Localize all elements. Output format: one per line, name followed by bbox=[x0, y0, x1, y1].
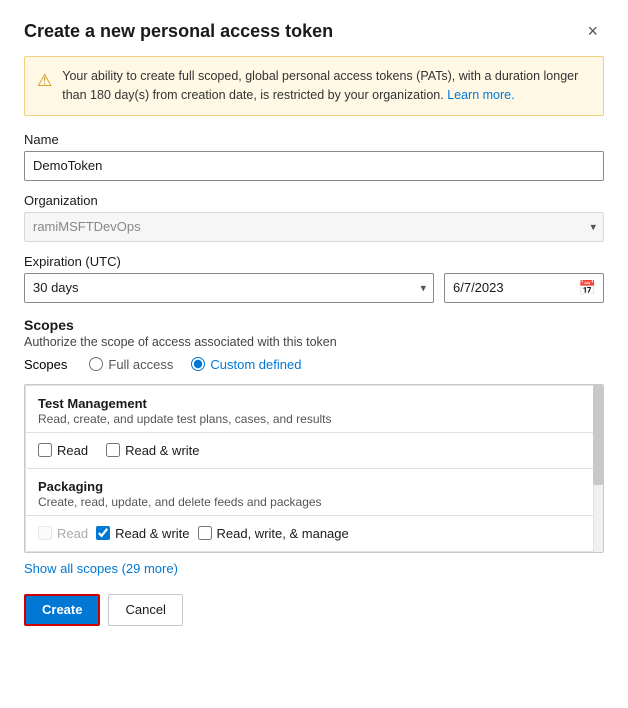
date-input[interactable] bbox=[444, 273, 604, 303]
footer-buttons: Create Cancel bbox=[24, 594, 604, 626]
date-input-wrapper: 📅 bbox=[444, 273, 604, 303]
pkg-manage-label: Read, write, & manage bbox=[217, 526, 349, 541]
expiration-field-group: Expiration (UTC) 30 days 60 days 90 days… bbox=[24, 254, 604, 303]
expiration-row: 30 days 60 days 90 days 180 days Custom … bbox=[24, 273, 604, 303]
tm-readwrite-label: Read & write bbox=[125, 443, 199, 458]
test-management-title: Test Management bbox=[38, 396, 590, 411]
tm-read-label: Read bbox=[57, 443, 88, 458]
packaging-section: Packaging Create, read, update, and dele… bbox=[25, 469, 603, 552]
warning-icon: ⚠ bbox=[37, 68, 52, 105]
custom-defined-radio-label[interactable]: Custom defined bbox=[191, 357, 301, 372]
pkg-manage-checkbox-label[interactable]: Read, write, & manage bbox=[198, 526, 349, 541]
expiration-select[interactable]: 30 days 60 days 90 days 180 days Custom bbox=[24, 273, 434, 303]
scrollbar-track[interactable] bbox=[593, 385, 603, 552]
show-scopes-link-text: Show all scopes bbox=[24, 561, 118, 576]
organization-select-wrapper: ramiMSFTDevOps ▾ bbox=[24, 212, 604, 242]
close-button[interactable]: × bbox=[581, 20, 604, 42]
name-input[interactable] bbox=[24, 151, 604, 181]
organization-field-group: Organization ramiMSFTDevOps ▾ bbox=[24, 193, 604, 242]
pkg-readwrite-checkbox[interactable] bbox=[96, 526, 110, 540]
expiration-label: Expiration (UTC) bbox=[24, 254, 604, 269]
dialog-title: Create a new personal access token bbox=[24, 21, 333, 42]
full-access-radio[interactable] bbox=[89, 357, 103, 371]
warning-text: Your ability to create full scoped, glob… bbox=[62, 67, 591, 105]
packaging-title: Packaging bbox=[38, 479, 590, 494]
pkg-readwrite-label: Read & write bbox=[115, 526, 189, 541]
scopes-title: Scopes bbox=[24, 317, 604, 333]
expiration-select-wrapper: 30 days 60 days 90 days 180 days Custom … bbox=[24, 273, 434, 303]
name-field-group: Name bbox=[24, 132, 604, 181]
scope-sections-container: Test Management Read, create, and update… bbox=[24, 384, 604, 553]
pkg-read-checkbox[interactable] bbox=[38, 526, 52, 540]
test-management-options: Read Read & write bbox=[26, 433, 602, 468]
packaging-options: Read Read & write Read, write, & manage bbox=[26, 516, 602, 551]
create-button[interactable]: Create bbox=[24, 594, 100, 626]
name-label: Name bbox=[24, 132, 604, 147]
pkg-read-label: Read bbox=[57, 526, 88, 541]
create-token-dialog: Create a new personal access token × ⚠ Y… bbox=[0, 0, 628, 708]
tm-read-checkbox-label[interactable]: Read bbox=[38, 443, 88, 458]
scopes-section: Scopes Authorize the scope of access ass… bbox=[24, 317, 604, 372]
show-scopes-count: (29 more) bbox=[122, 561, 178, 576]
dialog-header: Create a new personal access token × bbox=[24, 20, 604, 42]
scrollbar-thumb[interactable] bbox=[593, 385, 603, 485]
tm-readwrite-checkbox-label[interactable]: Read & write bbox=[106, 443, 199, 458]
organization-label: Organization bbox=[24, 193, 604, 208]
tm-readwrite-checkbox[interactable] bbox=[106, 443, 120, 457]
scopes-desc: Authorize the scope of access associated… bbox=[24, 335, 604, 349]
full-access-label: Full access bbox=[108, 357, 173, 372]
scopes-row-label: Scopes bbox=[24, 357, 67, 372]
warning-banner: ⚠ Your ability to create full scoped, gl… bbox=[24, 56, 604, 116]
pkg-readwrite-checkbox-label[interactable]: Read & write bbox=[96, 526, 189, 541]
pkg-read-checkbox-label[interactable]: Read bbox=[38, 526, 88, 541]
test-management-section: Test Management Read, create, and update… bbox=[25, 385, 603, 469]
full-access-radio-label[interactable]: Full access bbox=[89, 357, 173, 372]
tm-read-checkbox[interactable] bbox=[38, 443, 52, 457]
cancel-button[interactable]: Cancel bbox=[108, 594, 182, 626]
scopes-radio-row: Scopes Full access Custom defined bbox=[24, 357, 604, 372]
custom-defined-label: Custom defined bbox=[210, 357, 301, 372]
scope-sections-inner: Test Management Read, create, and update… bbox=[25, 385, 603, 552]
organization-select[interactable]: ramiMSFTDevOps bbox=[24, 212, 604, 242]
pkg-manage-checkbox[interactable] bbox=[198, 526, 212, 540]
custom-defined-radio[interactable] bbox=[191, 357, 205, 371]
test-management-desc: Read, create, and update test plans, cas… bbox=[38, 412, 590, 426]
packaging-header: Packaging Create, read, update, and dele… bbox=[26, 469, 602, 516]
packaging-desc: Create, read, update, and delete feeds a… bbox=[38, 495, 590, 509]
learn-more-link[interactable]: Learn more. bbox=[447, 88, 514, 102]
test-management-header: Test Management Read, create, and update… bbox=[26, 386, 602, 433]
show-scopes-button[interactable]: Show all scopes (29 more) bbox=[24, 561, 178, 576]
show-scopes-row: Show all scopes (29 more) bbox=[24, 561, 604, 576]
